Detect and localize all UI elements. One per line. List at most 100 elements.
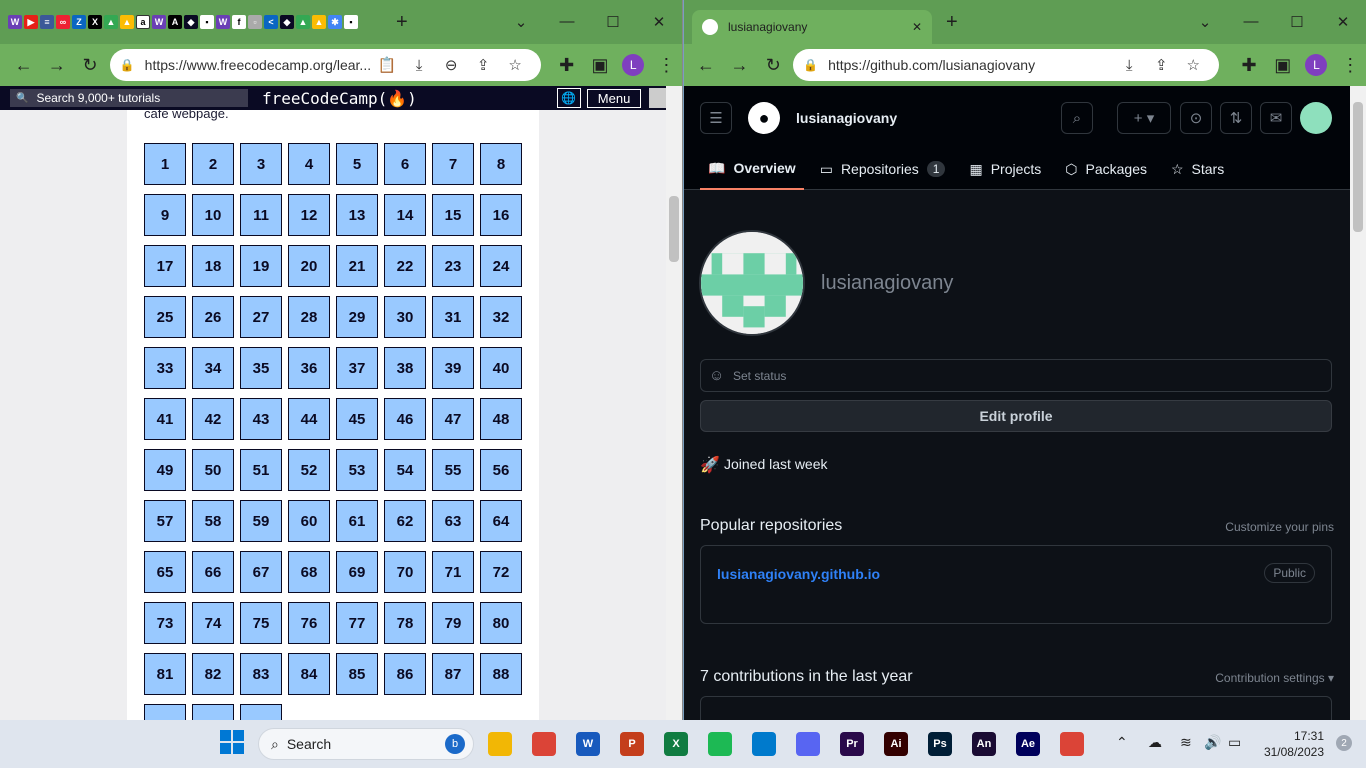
- spotify-icon[interactable]: [708, 732, 732, 756]
- new-tab-button[interactable]: +: [946, 11, 958, 34]
- inbox-icon[interactable]: ✉: [1260, 102, 1292, 134]
- forward-icon[interactable]: →: [41, 49, 72, 81]
- fcc-search-input[interactable]: 🔍 Search 9,000+ tutorials: [10, 89, 248, 107]
- windows-start-icon[interactable]: [220, 730, 244, 754]
- premiere-icon[interactable]: Pr: [840, 732, 864, 756]
- clock[interactable]: 17:31 31/08/2023: [1264, 728, 1324, 760]
- maximize-icon[interactable]: ☐: [1274, 13, 1320, 31]
- drive-icon[interactable]: ▲: [312, 15, 326, 29]
- kebab-menu-icon[interactable]: ⋮: [651, 49, 682, 81]
- battery-icon[interactable]: ▭: [1228, 734, 1241, 751]
- tab-favicon[interactable]: Z: [72, 15, 86, 29]
- taskbar-search[interactable]: ⌕ Search b: [258, 728, 474, 760]
- onedrive-icon[interactable]: ☁: [1148, 734, 1162, 751]
- search-icon[interactable]: ⌕: [1061, 102, 1093, 134]
- customize-pins-link[interactable]: Customize your pins: [1225, 520, 1334, 534]
- share-icon[interactable]: ⇪: [467, 56, 499, 74]
- volume-icon[interactable]: 🔊: [1204, 734, 1221, 751]
- vscode-icon[interactable]: [752, 732, 776, 756]
- github-logo-icon[interactable]: ●: [748, 102, 780, 134]
- profile-avatar[interactable]: L: [618, 49, 649, 81]
- chrome-icon[interactable]: [532, 732, 556, 756]
- globe-icon[interactable]: 🌐: [556, 88, 581, 108]
- notification-badge[interactable]: 2: [1336, 735, 1352, 751]
- photoshop-icon[interactable]: Ps: [928, 732, 952, 756]
- word-icon[interactable]: W: [576, 732, 600, 756]
- tab-favicon[interactable]: ∞: [56, 15, 70, 29]
- share-icon[interactable]: ⇪: [1145, 56, 1177, 74]
- address-bar[interactable]: 🔒 https://www.freecodecamp.org/lear... 📋…: [109, 49, 542, 81]
- close-icon[interactable]: ✕: [636, 13, 682, 31]
- scrollbar[interactable]: [1350, 86, 1366, 720]
- tab-packages[interactable]: ⬡ Packages: [1057, 148, 1155, 190]
- profile-avatar[interactable]: L: [1301, 49, 1333, 81]
- hamburger-icon[interactable]: ☰: [700, 102, 732, 134]
- pull-requests-icon[interactable]: ⇅: [1220, 102, 1252, 134]
- repo-link[interactable]: lusianagiovany.github.io: [717, 566, 880, 582]
- header-username[interactable]: lusianagiovany: [796, 110, 897, 126]
- tab-favicon[interactable]: W: [216, 15, 230, 29]
- create-new-icon[interactable]: + ▾: [1117, 102, 1171, 134]
- minimize-icon[interactable]: —: [544, 13, 590, 31]
- scrollbar-thumb[interactable]: [669, 196, 679, 262]
- pinned-tabs[interactable]: W ▶ ≡ ∞ Z X ▲ ▲ a W A ◆ ▪ W f ▫ < ◆ ▲ ▲ …: [0, 0, 358, 44]
- tab-favicon[interactable]: ▪: [344, 15, 358, 29]
- fcc-logo[interactable]: freeCodeCamp(🔥): [262, 89, 417, 108]
- back-icon[interactable]: ←: [8, 49, 39, 81]
- contribution-settings-dropdown[interactable]: Contribution settings ▾: [1215, 671, 1334, 685]
- discord-icon[interactable]: [796, 732, 820, 756]
- extensions-icon[interactable]: ✚: [1233, 49, 1265, 81]
- freecodecamp-icon[interactable]: ◆: [280, 15, 294, 29]
- scrollbar-thumb[interactable]: [1353, 102, 1363, 232]
- tab-favicon[interactable]: ≡: [40, 15, 54, 29]
- tab-favicon[interactable]: W: [8, 15, 22, 29]
- tab-search-icon[interactable]: ⌄: [498, 13, 544, 31]
- tab-overview[interactable]: 📖 Overview: [700, 148, 804, 190]
- kebab-menu-icon[interactable]: ⋮: [1334, 49, 1366, 81]
- address-bar[interactable]: 🔒 https://github.com/lusianagiovany ⤓ ⇪ …: [793, 49, 1220, 81]
- tab-projects[interactable]: ▦ Projects: [961, 148, 1049, 190]
- new-tab-button[interactable]: +: [396, 11, 408, 34]
- chrome-active-icon[interactable]: [1060, 732, 1084, 756]
- side-panel-icon[interactable]: ▣: [1267, 49, 1299, 81]
- user-avatar[interactable]: [1300, 102, 1332, 134]
- bookmark-star-icon[interactable]: ☆: [1177, 56, 1209, 74]
- fcc-menu-button[interactable]: Menu: [586, 88, 642, 108]
- bookmark-star-icon[interactable]: ☆: [499, 56, 531, 74]
- side-panel-icon[interactable]: ▣: [584, 49, 615, 81]
- zoom-icon[interactable]: ⊖: [435, 56, 467, 74]
- close-icon[interactable]: ✕: [1320, 13, 1366, 31]
- drive-icon[interactable]: ▲: [296, 15, 310, 29]
- install-icon[interactable]: ⤓: [403, 57, 435, 74]
- set-status-button[interactable]: ☺ Set status: [700, 359, 1332, 392]
- chevron-up-icon[interactable]: ⌃: [1116, 734, 1128, 751]
- tab-favicon[interactable]: <: [264, 15, 278, 29]
- bing-icon[interactable]: b: [445, 734, 465, 754]
- tab-favicon[interactable]: A: [168, 15, 182, 29]
- drive-icon[interactable]: ▲: [104, 15, 118, 29]
- issues-icon[interactable]: ⊙: [1180, 102, 1212, 134]
- wifi-icon[interactable]: ≋: [1180, 734, 1192, 751]
- tab-favicon[interactable]: ▫: [248, 15, 262, 29]
- tab-favicon[interactable]: f: [232, 15, 246, 29]
- tab-stars[interactable]: ☆ Stars: [1163, 148, 1232, 190]
- tab-favicon[interactable]: a: [136, 15, 150, 29]
- tab-github[interactable]: lusianagiovany ✕: [692, 10, 932, 44]
- extensions-icon[interactable]: ✚: [551, 49, 582, 81]
- tab-favicon[interactable]: ▪: [200, 15, 214, 29]
- tab-search-icon[interactable]: ⌄: [1182, 13, 1228, 31]
- install-icon[interactable]: ⤓: [1113, 57, 1145, 74]
- back-icon[interactable]: ←: [690, 49, 722, 81]
- powerpoint-icon[interactable]: P: [620, 732, 644, 756]
- drive-icon[interactable]: ▲: [120, 15, 134, 29]
- tab-favicon[interactable]: ✱: [328, 15, 342, 29]
- forward-icon[interactable]: →: [724, 49, 756, 81]
- reload-icon[interactable]: ↻: [757, 49, 789, 81]
- tab-favicon[interactable]: W: [152, 15, 166, 29]
- animate-icon[interactable]: An: [972, 732, 996, 756]
- minimize-icon[interactable]: —: [1228, 13, 1274, 31]
- reload-icon[interactable]: ↻: [74, 49, 105, 81]
- excel-icon[interactable]: X: [664, 732, 688, 756]
- x-icon[interactable]: X: [88, 15, 102, 29]
- scrollbar[interactable]: [666, 86, 682, 720]
